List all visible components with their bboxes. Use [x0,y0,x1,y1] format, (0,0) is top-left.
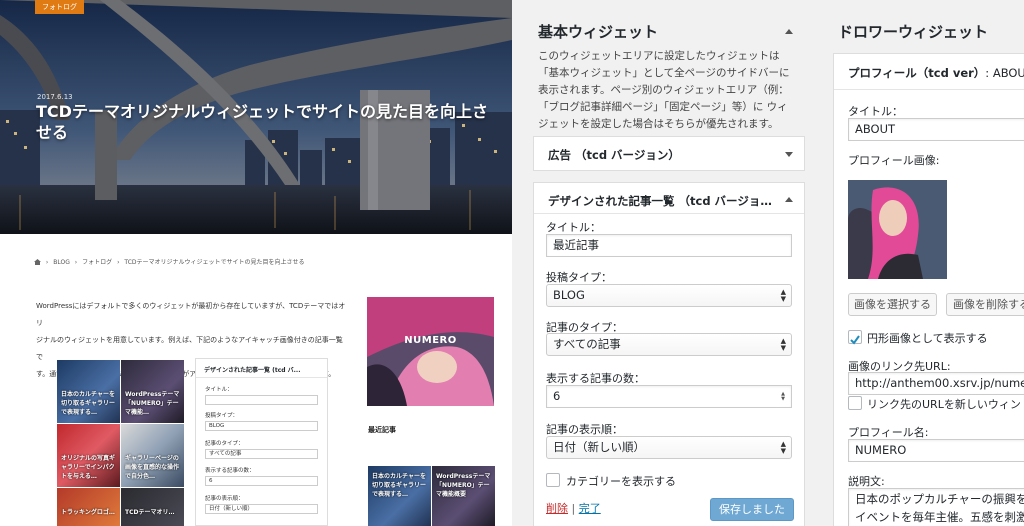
sidebar-profile-image[interactable]: NUMERO [367,297,494,406]
mini-label: 表示する記事の数： [205,468,255,474]
category-tag[interactable]: フォトログ [35,0,84,14]
profile-widget-title: プロフィール（tcd ver）: ABOUT [848,65,1024,81]
thumbnail-grid: 日本のカルチャーを切り取るギャラリーで表現する… WordPressテーマ「NU… [57,360,187,526]
ad-widget[interactable]: 広告 （tcd バージョン） [533,136,805,171]
delete-link[interactable]: 削除 [546,502,568,515]
thumbnail[interactable]: オリジナルの写真ギャラリーでインパクトを与える… [57,424,120,487]
hero-image: フォトログ 2017.6.13 TCDテーマオリジナルウィジェットでサイトの見た… [0,0,512,234]
mini-widget-screenshot: デザインされた記事一覧 (tcd バ... タイトル： 投稿タイプ： BLOG … [195,358,328,526]
profile-image-label: プロフィール画像: [848,154,940,167]
thumbnail[interactable]: ギャラリーページの画像を直感的な操作で自分色… [121,424,184,487]
done-link[interactable]: 完了 [579,502,601,515]
profile-image-preview [848,180,947,279]
thumbnail[interactable]: WordPressテーマ「NUMERO」テーマ機能… [121,360,184,423]
screen: フォトログ 2017.6.13 TCDテーマオリジナルウィジェットでサイトの見た… [0,0,1024,526]
select-arrows-icon: ▲ ▼ [780,288,786,303]
show-category-checkbox[interactable] [546,473,560,487]
designed-widget-header[interactable]: デザインされた記事一覧 （tcd バージョ… [534,183,804,214]
arrow-down-icon[interactable] [785,152,793,157]
mini-input [205,395,318,405]
widget-actions: 削除 | 完了 [546,500,601,516]
breadcrumb-category[interactable]: フォトログ [82,259,112,266]
post-body-line: WordPressにはデフォルトで多くのウィジェットが最初から存在していますが、… [36,302,346,327]
count-input-value: 6 [553,389,561,403]
delete-image-button[interactable]: 画像を削除する [946,293,1024,316]
profile-title-label: タイトル： [848,105,903,118]
thumbnail[interactable]: トラッキングロゴ… [57,488,120,526]
count-label: 表示する記事の数： [546,372,645,385]
profile-widget: プロフィール（tcd ver）: ABOUT タイトル： ABOUT プロフィー… [833,53,1024,526]
profile-desc-textarea[interactable]: 日本のポップカルチャーの振興を イベントを毎年主催。五感を刺激 [848,488,1024,526]
title-label: タイトル： [546,221,601,234]
order-label: 記事の表示順： [546,423,623,436]
select-image-button[interactable]: 画像を選択する [848,293,937,316]
profile-title-input[interactable]: ABOUT [848,118,1024,141]
mini-select: 日付（新しい順） [205,504,318,514]
designed-widget-title: デザインされた記事一覧 （tcd バージョ… [548,194,772,208]
profile-name-label: プロフィール名: [848,426,929,439]
arrow-up-icon[interactable] [785,29,793,34]
new-window-checkbox[interactable] [848,396,862,410]
select-arrows-icon: ▲ ▼ [780,440,786,455]
profile-widget-name: プロフィール（tcd ver） [848,66,986,80]
thumbnail[interactable]: 日本のカルチャーを切り取るギャラリーで表現する… [57,360,120,423]
mini-select: BLOG [205,421,318,431]
circle-image-checkbox[interactable] [848,330,862,345]
post-title: TCDテーマオリジナルウィジェットでサイトの見た目を向上させる [36,102,488,142]
save-button[interactable]: 保存しました [710,498,794,521]
new-window-label: リンク先のURLを新しいウィンド [867,398,1024,411]
mini-label: タイトル： [205,387,233,393]
post-date: 2017.6.13 [37,93,73,101]
checkmark-icon [850,335,860,345]
home-icon[interactable] [34,259,41,265]
count-input[interactable]: 6 ▲ ▼ [546,385,792,408]
post-type-select-value: BLOG [553,288,585,302]
basic-widget-description: このウィジェットエリアに設定したウィジェットは「基本ウィジェット」として全ページ… [538,50,790,130]
spinner-arrows-icon[interactable]: ▲ ▼ [781,392,785,402]
mini-select: すべての記事 [205,449,318,459]
designed-posts-widget: デザインされた記事一覧 （tcd バージョ… タイトル： 最近記事 投稿タイプ：… [533,182,805,526]
arrow-up-icon[interactable] [785,197,793,202]
title-input[interactable]: 最近記事 [546,234,792,257]
profile-desc-label: 説明文: [848,475,885,488]
select-arrows-icon: ▲ ▼ [780,337,786,352]
thumbnail[interactable]: WordPressテーマ「NUMERO」テーマ機能概要 [432,466,495,526]
image-link-input[interactable]: http://anthem00.xsrv.jp/numero [848,372,1024,395]
article-type-select-value: すべての記事 [553,337,621,351]
thumbnail[interactable]: 日本のカルチャーを切り取るギャラリーで表現する… [368,466,431,526]
show-category-label: カテゴリーを表示する [566,475,676,488]
profile-name-input[interactable]: NUMERO [848,439,1024,462]
drawer-widget-title[interactable]: ドロワーウィジェット [838,21,988,42]
post-type-label: 投稿タイプ： [546,271,612,284]
breadcrumb-current: TCDテーマオリジナルウィジェットでサイトの見た目を向上させる [124,259,305,266]
sidebar-image-caption: NUMERO [404,335,457,346]
order-select[interactable]: 日付（新しい順） ▲ ▼ [546,436,792,459]
breadcrumb-blog[interactable]: BLOG [53,259,70,266]
ad-widget-title: 広告 （tcd バージョン） [548,148,680,162]
thumbnail[interactable]: TCDテーマオリ… [121,488,184,526]
breadcrumb: › BLOG › フォトログ › TCDテーマオリジナルウィジェットでサイトの見… [34,257,308,266]
recent-posts-thumbs: 日本のカルチャーを切り取るギャラリーで表現する… WordPressテーマ「NU… [368,466,495,526]
mini-widget-title: デザインされた記事一覧 (tcd バ... [196,359,327,378]
mini-input: 6 [205,476,318,486]
recent-posts-title: 最近記事 [368,426,396,434]
post-type-select[interactable]: BLOG ▲ ▼ [546,284,792,307]
action-separator: | [571,502,576,515]
order-select-value: 日付（新しい順） [553,440,645,454]
circle-image-label: 円形画像として表示する [867,332,988,345]
blog-preview: フォトログ 2017.6.13 TCDテーマオリジナルウィジェットでサイトの見た… [0,0,512,526]
mini-label: 記事のタイプ： [205,441,244,447]
profile-widget-header[interactable]: プロフィール（tcd ver）: ABOUT [834,54,1024,90]
mini-label: 投稿タイプ： [205,413,239,419]
mini-label: 記事の表示順： [205,496,244,502]
profile-widget-instance: : ABOUT [985,66,1024,80]
article-type-select[interactable]: すべての記事 ▲ ▼ [546,333,792,356]
basic-widget-title[interactable]: 基本ウィジェット [538,21,658,42]
